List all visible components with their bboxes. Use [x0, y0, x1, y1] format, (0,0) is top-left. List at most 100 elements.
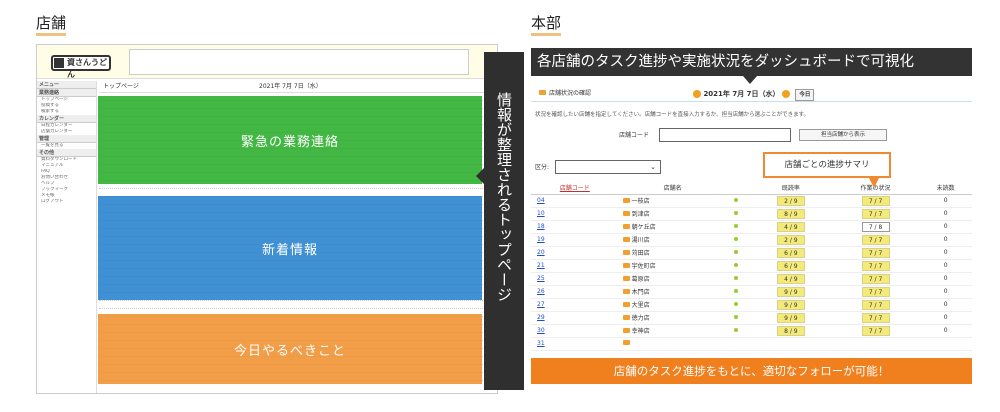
hq-dashboard-screenshot: 店舗状況の確認 2021年 7月 7日（水） 今日 状況を確認したい店舗を指定し… — [531, 86, 972, 394]
store-name: 幸神店 — [631, 328, 650, 335]
unread-count: 0 — [919, 246, 972, 260]
news-overlay: 新着情報 — [98, 196, 482, 300]
read-rate-badge: 9 / 9 — [776, 312, 805, 323]
read-rate-cell: 9 / 9 — [750, 285, 832, 299]
store-icon — [622, 340, 630, 345]
store-code-link[interactable]: 10 — [531, 207, 619, 221]
table-row[interactable]: 10 到津店 8 / 9 7 / 7 0 — [531, 207, 972, 221]
category-label: 区分: — [535, 164, 550, 171]
chevron-down-icon: ⌄ — [650, 163, 656, 171]
table-row[interactable]: 21 宇佐町店 6 / 9 7 / 7 0 — [531, 259, 972, 273]
dashboard-title: 店舗状況の確認 — [549, 90, 592, 97]
read-rate-cell: 2 / 9 — [750, 194, 832, 208]
unread-count: 0 — [919, 272, 972, 286]
list-row[interactable] — [99, 301, 489, 309]
topbar-title: トップページ — [103, 83, 139, 90]
unread-count: 0 — [919, 194, 972, 208]
store-code-link[interactable]: 18 — [531, 220, 619, 234]
instructions: 状況を確認したい店舗を指定してください。店舗コードを直接入力するか、担当店舗から… — [535, 112, 810, 118]
table-row[interactable]: 18 朝ケ丘店 4 / 9 7 / 8 0 — [531, 220, 972, 234]
store-icon — [622, 211, 630, 216]
store-code-link[interactable]: 29 — [531, 311, 619, 325]
store-code-link[interactable]: 04 — [531, 194, 619, 208]
status-dot-icon — [734, 237, 739, 241]
work-status-cell: 7 / 7 — [831, 207, 920, 221]
read-rate-badge: 8 / 9 — [776, 325, 805, 336]
store-code-link[interactable]: 19 — [531, 233, 619, 247]
store-icon — [539, 90, 546, 95]
table-row[interactable]: 19 湯川店 2 / 9 7 / 7 0 — [531, 233, 972, 247]
status-dot-icon — [734, 289, 739, 293]
topbar-date: 2021年 7月 7日（水） — [259, 83, 322, 90]
read-rate-cell: 6 / 9 — [750, 246, 832, 260]
unread-count: 0 — [919, 259, 972, 273]
status-dot-icon — [734, 302, 739, 306]
work-status-cell: 7 / 7 — [831, 285, 920, 299]
work-status-cell: 7 / 7 — [831, 298, 920, 312]
read-rate-cell: 8 / 9 — [750, 207, 832, 221]
sidebar-item[interactable]: ログアウト — [37, 199, 96, 205]
unread-count — [919, 337, 972, 351]
table-row[interactable]: 04 一枝店 2 / 9 7 / 7 0 — [531, 194, 972, 208]
today-button[interactable]: 今日 — [795, 89, 815, 101]
store-progress-table: 店舗コード 店舗名 既読率 作業の状況 未読数 04 一枝店 2 / 97 / 7 0 10 到津… — [531, 182, 972, 351]
table-row[interactable]: 25 葛原店 4 / 9 7 / 7 0 — [531, 272, 972, 286]
store-code-link[interactable]: 20 — [531, 246, 619, 260]
read-rate-badge: 8 / 9 — [776, 208, 805, 219]
footer-banner: 店舗のタスク進捗をもとに、適切なフォローが可能！ — [531, 358, 972, 384]
store-section-title: 店舗 — [36, 14, 67, 36]
table-header — [726, 182, 751, 195]
status-dot-cell — [726, 337, 751, 351]
table-row[interactable]: 26 木門店 9 / 9 7 / 7 0 — [531, 285, 972, 299]
show-assigned-stores-button[interactable]: 担当店舗から表示 — [799, 129, 887, 141]
read-rate-badge: 2 / 9 — [776, 234, 805, 245]
store-code-input[interactable] — [659, 128, 791, 142]
store-name-cell: 到津店 — [618, 207, 727, 221]
work-status-cell: 7 / 7 — [831, 194, 920, 208]
table-row[interactable]: 31 — [531, 337, 972, 351]
table-header: 未読数 — [919, 182, 972, 195]
status-dot-cell — [726, 259, 751, 273]
read-rate-badge: 6 / 9 — [776, 260, 805, 271]
prev-day-icon[interactable] — [693, 90, 701, 98]
store-name-cell: 徳力店 — [618, 311, 727, 325]
work-status-cell: 7 / 7 — [831, 233, 920, 247]
status-dot-cell — [726, 233, 751, 247]
table-header[interactable]: 店舗コード — [531, 182, 619, 195]
store-name-cell: 一枝店 — [618, 194, 727, 208]
read-rate-cell: 9 / 9 — [750, 298, 832, 312]
table-header[interactable]: 店舗名 — [618, 182, 727, 195]
store-code-link[interactable]: 21 — [531, 259, 619, 273]
table-row[interactable]: 29 徳力店 9 / 9 7 / 7 0 — [531, 311, 972, 325]
store-name: 大里店 — [631, 302, 650, 309]
logo-text: 資さんうどん — [67, 58, 107, 79]
notice-box — [129, 49, 469, 75]
table-row[interactable]: 27 大里店 9 / 9 7 / 7 0 — [531, 298, 972, 312]
store-code-link[interactable]: 31 — [531, 337, 619, 351]
status-dot-icon — [734, 263, 739, 267]
status-dot-icon — [734, 276, 739, 280]
table-row[interactable]: 30 幸神店 8 / 9 7 / 7 0 — [531, 324, 972, 338]
work-status-cell: 7 / 7 — [831, 324, 920, 338]
work-status-badge: 7 / 7 — [861, 260, 890, 271]
store-code-link[interactable]: 26 — [531, 285, 619, 299]
store-code-link[interactable]: 27 — [531, 298, 619, 312]
work-status-cell: 7 / 7 — [831, 272, 920, 286]
store-name-cell: 朝ケ丘店 — [618, 220, 727, 234]
store-name-cell: 大里店 — [618, 298, 727, 312]
brand-logo[interactable]: 資さんうどん — [51, 55, 111, 79]
store-name-cell — [618, 337, 727, 351]
status-dot-icon — [734, 198, 739, 202]
status-dot-cell — [726, 246, 751, 260]
unread-count: 0 — [919, 220, 972, 234]
store-icon — [622, 302, 630, 307]
category-select[interactable]: ⌄ — [555, 160, 661, 174]
work-status-cell: 7 / 8 — [831, 220, 920, 234]
vertical-caption: 情報が整理されるトップページ — [476, 52, 524, 390]
status-dot-cell — [726, 324, 751, 338]
next-day-icon[interactable] — [781, 90, 790, 98]
table-row[interactable]: 20 苅田店 6 / 9 7 / 7 0 — [531, 246, 972, 260]
store-code-link[interactable]: 25 — [531, 272, 619, 286]
store-code-link[interactable]: 30 — [531, 324, 619, 338]
unread-count: 0 — [919, 298, 972, 312]
